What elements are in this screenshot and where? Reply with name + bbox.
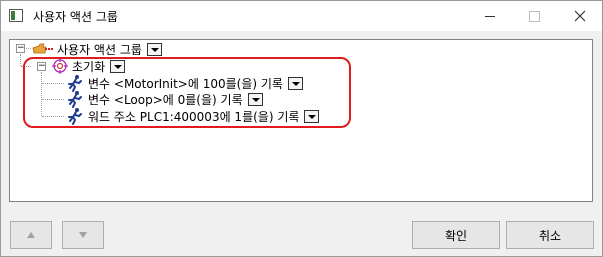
tree-connector xyxy=(42,83,64,84)
target-icon xyxy=(52,58,68,74)
action-label: 변수 <MotorInit>에 100를(을) 기록 xyxy=(88,76,283,91)
running-man-icon xyxy=(68,108,82,125)
tree-root-node[interactable]: 사용자 액션 그룹 xyxy=(32,40,162,58)
root-dropdown-button[interactable] xyxy=(146,42,162,56)
title-bar[interactable]: 사용자 액션 그룹 xyxy=(1,1,602,31)
action-tree[interactable]: − 사용자 액션 그룹 − 초기화 변수 <MotorInit>에 100를(을… xyxy=(9,39,593,202)
maximize-button[interactable] xyxy=(512,1,557,31)
minimize-button[interactable] xyxy=(467,1,512,31)
close-icon xyxy=(574,10,585,22)
action-label: 워드 주소 PLC1:400003에 1를(을) 기록 xyxy=(88,109,300,124)
tree-connector xyxy=(20,54,21,66)
app-window-icon xyxy=(9,9,23,22)
group-collapse-toggle[interactable]: − xyxy=(37,62,46,71)
minimize-icon xyxy=(484,15,495,17)
close-button[interactable] xyxy=(557,1,602,31)
ok-label: 확인 xyxy=(444,228,468,243)
tree-group-node[interactable]: 초기화 xyxy=(52,57,126,75)
maximize-icon xyxy=(529,10,540,22)
action-dropdown-button[interactable] xyxy=(247,92,263,106)
action-label: 변수 <Loop>에 0를(을) 기록 xyxy=(88,92,243,107)
action-item[interactable]: 워드 주소 PLC1:400003에 1를(을) 기록 xyxy=(66,107,320,125)
action-item[interactable]: 변수 <Loop>에 0를(을) 기록 xyxy=(66,90,263,108)
action-dropdown-button[interactable] xyxy=(287,76,303,90)
tree-connector xyxy=(21,66,31,67)
running-man-icon xyxy=(68,91,82,108)
ok-button[interactable]: 확인 xyxy=(412,221,500,249)
folder-action-icon xyxy=(32,43,53,54)
window-title: 사용자 액션 그룹 xyxy=(33,10,118,24)
root-collapse-toggle[interactable]: − xyxy=(16,44,25,53)
action-dropdown-button[interactable] xyxy=(304,109,320,123)
cancel-label: 취소 xyxy=(538,228,562,243)
arrow-up-icon xyxy=(27,232,35,238)
cancel-button[interactable]: 취소 xyxy=(506,221,594,249)
tree-connector xyxy=(41,72,42,116)
move-down-button[interactable] xyxy=(62,221,104,249)
group-label: 초기화 xyxy=(72,59,106,74)
group-dropdown-button[interactable] xyxy=(110,59,126,73)
tree-connector xyxy=(42,99,64,100)
root-label: 사용자 액션 그룹 xyxy=(57,42,142,57)
dialog-window: 사용자 액션 그룹 − 사용자 액션 그룹 − 초기화 변수 <MotorIni… xyxy=(0,0,603,257)
move-up-button[interactable] xyxy=(10,221,52,249)
arrow-down-icon xyxy=(79,232,87,238)
tree-connector xyxy=(42,116,64,117)
